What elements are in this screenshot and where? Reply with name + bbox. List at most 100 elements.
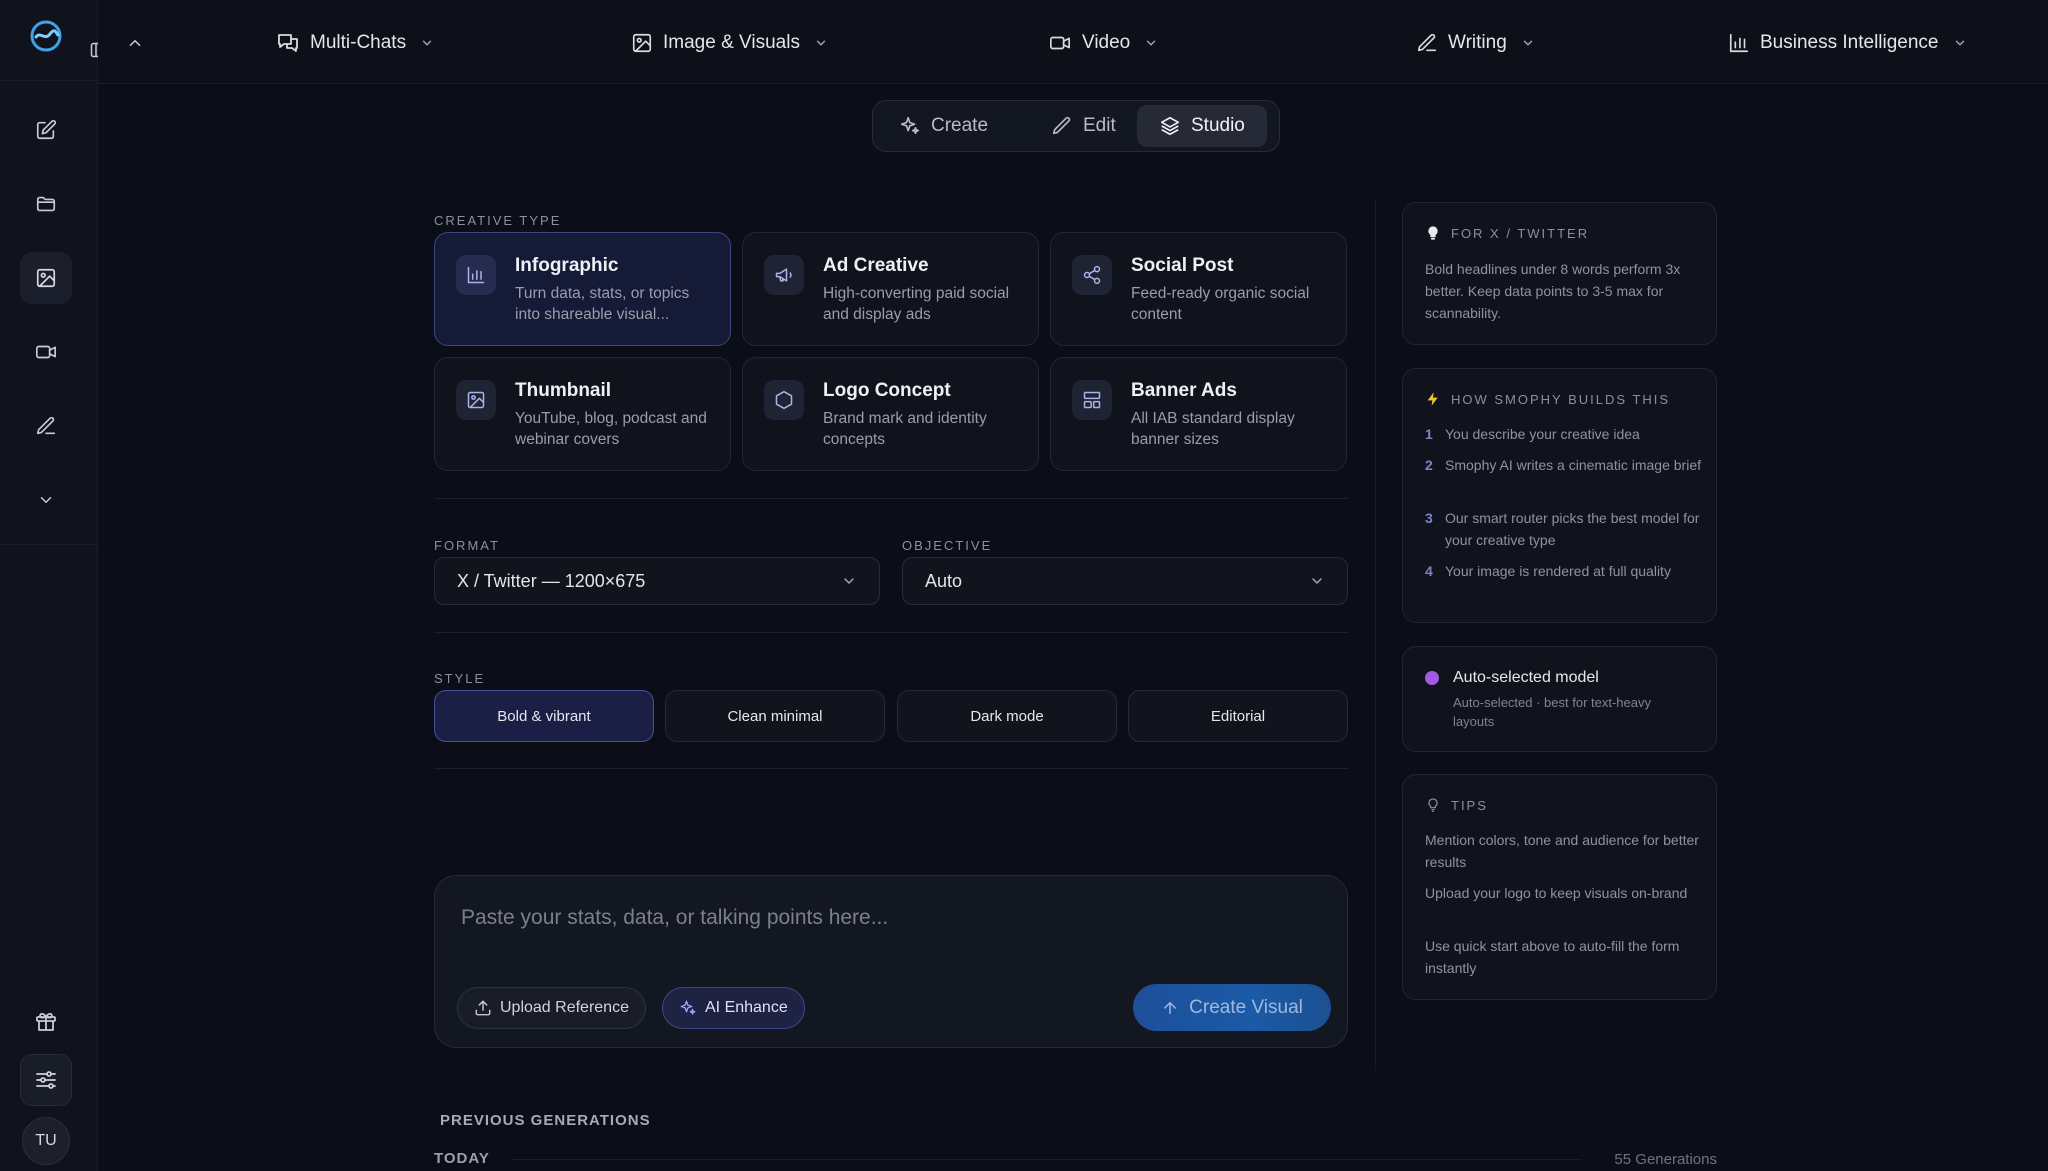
- rail-expand-button[interactable]: [20, 474, 72, 526]
- top-navigation: Multi-Chats Image & Visuals Video Writin…: [98, 0, 2048, 84]
- panel-title: TIPS: [1451, 797, 1488, 813]
- model-subtitle: Auto-selected · best for text-heavy layo…: [1453, 695, 1651, 729]
- writing-button[interactable]: [20, 400, 72, 452]
- prompt-composer: Upload Reference AI Enhance Create Visua…: [434, 875, 1348, 1048]
- build-step: 1 You describe your creative idea: [1425, 426, 1640, 442]
- style-option-clean-minimal[interactable]: Clean minimal: [665, 690, 885, 742]
- upload-reference-button[interactable]: Upload Reference: [457, 987, 646, 1029]
- chevron-down-icon: [1312, 578, 1322, 585]
- auto-model-panel[interactable]: Auto-selected model Auto-selected · best…: [1402, 646, 1717, 752]
- column-divider: [1375, 200, 1376, 1070]
- creative-card-logo-concept[interactable]: Logo Concept Brand mark and identity con…: [742, 357, 1039, 471]
- gift-button[interactable]: [20, 995, 72, 1047]
- panel-header: TIPS: [1425, 797, 1488, 813]
- tip-item: Upload your logo to keep visuals on-bran…: [1425, 885, 1688, 901]
- nav-image-visuals-label: Image & Visuals: [663, 32, 800, 53]
- style-option-editorial[interactable]: Editorial: [1128, 690, 1348, 742]
- model-status-dot: [1425, 671, 1439, 685]
- tab-edit[interactable]: Edit: [1029, 105, 1138, 147]
- create-visual-button[interactable]: Create Visual: [1133, 984, 1331, 1031]
- nav-writing[interactable]: Writing: [1416, 26, 1535, 60]
- chevron-down-icon: [40, 497, 52, 504]
- prompt-input[interactable]: [461, 906, 1321, 930]
- chevron-down-icon: [422, 40, 432, 46]
- panel-text: Bold headlines under 8 words perform 3x …: [1425, 261, 1681, 321]
- image-icon: [632, 33, 652, 53]
- generation-group-label: TODAY: [434, 1150, 490, 1167]
- ai-enhance-button[interactable]: AI Enhance: [662, 987, 805, 1029]
- card-title: Logo Concept: [823, 380, 951, 401]
- section-divider: [434, 632, 1348, 633]
- creative-card-thumbnail[interactable]: Thumbnail YouTube, blog, podcast and web…: [434, 357, 731, 471]
- new-chat-button[interactable]: [20, 104, 72, 156]
- generation-count: 55 Generations: [1614, 1151, 1717, 1168]
- video-button[interactable]: [20, 326, 72, 378]
- chat-bubbles-icon: [278, 34, 298, 52]
- pencil-icon: [1052, 116, 1071, 135]
- style-option-dark-mode[interactable]: Dark mode: [897, 690, 1117, 742]
- nav-business-intelligence-label: Business Intelligence: [1760, 32, 1939, 53]
- chevron-down-icon: [816, 40, 826, 46]
- card-description: Feed-ready organic social content: [1131, 285, 1310, 323]
- megaphone-icon: [764, 255, 804, 295]
- share-icon: [1072, 255, 1112, 295]
- gift-icon: [36, 1012, 56, 1031]
- video-icon: [1050, 36, 1070, 50]
- tab-create[interactable]: Create: [877, 105, 1010, 147]
- objective-select[interactable]: Auto: [902, 557, 1348, 605]
- folders-button[interactable]: [20, 178, 72, 230]
- pen-icon: [36, 416, 56, 435]
- rail-divider: [0, 544, 98, 545]
- tip-item: Use quick start above to auto-fill the f…: [1425, 938, 1680, 976]
- chevron-down-icon: [1955, 40, 1964, 46]
- bar-chart-icon: [1729, 33, 1749, 53]
- left-rail: TU: [0, 0, 106, 1171]
- user-avatar[interactable]: TU: [22, 1117, 70, 1165]
- settings-button[interactable]: [20, 1054, 72, 1106]
- creative-card-social-post[interactable]: Social Post Feed-ready organic social co…: [1050, 232, 1347, 346]
- nav-multi-chats[interactable]: Multi-Chats: [276, 26, 434, 60]
- panel-title: FOR X / TWITTER: [1451, 225, 1590, 241]
- video-icon: [36, 345, 56, 359]
- nav-business-intelligence[interactable]: Business Intelligence: [1728, 26, 1967, 60]
- lightbulb-outline-icon: [1428, 798, 1438, 812]
- card-title: Thumbnail: [515, 380, 612, 401]
- chevron-down-icon: [1147, 40, 1156, 46]
- image-icon: [36, 268, 56, 288]
- lightbulb-icon: [1428, 226, 1438, 240]
- card-description: Brand mark and identity concepts: [823, 410, 987, 448]
- creative-card-banner-ads[interactable]: Banner Ads All IAB standard display bann…: [1050, 357, 1347, 471]
- arrow-up-icon: [1164, 1001, 1177, 1014]
- chevron-down-icon: [844, 578, 854, 585]
- mode-switcher: Create Edit Studio: [872, 100, 1280, 152]
- tab-studio-label: Studio: [1191, 115, 1245, 136]
- format-select[interactable]: X / Twitter — 1200×675: [434, 557, 880, 605]
- objective-value: Auto: [925, 570, 963, 591]
- panel-header: FOR X / TWITTER: [1425, 225, 1589, 241]
- creative-card-infographic[interactable]: Infographic Turn data, stats, or topics …: [434, 232, 731, 346]
- app-logo[interactable]: [29, 19, 63, 53]
- tab-studio[interactable]: Studio: [1137, 105, 1267, 147]
- upload-icon: [475, 1000, 491, 1016]
- sliders-icon: [36, 1071, 56, 1089]
- nav-image-visuals[interactable]: Image & Visuals: [631, 26, 828, 60]
- nav-video[interactable]: Video: [1048, 26, 1158, 60]
- tab-create-label: Create: [931, 115, 989, 136]
- build-step: 2 Smophy AI writes a cinematic image brie…: [1425, 457, 1701, 473]
- format-label: FORMAT: [434, 538, 500, 553]
- creative-card-ad-creative[interactable]: Ad Creative High-converting paid social …: [742, 232, 1039, 346]
- nav-multi-chats-label: Multi-Chats: [310, 32, 407, 53]
- images-button[interactable]: [20, 252, 72, 304]
- rail-divider: [0, 80, 98, 81]
- ai-enhance-label: AI Enhance: [705, 999, 788, 1016]
- tip-item: Mention colors, tone and audience for be…: [1425, 832, 1699, 870]
- objective-label: OBJECTIVE: [902, 538, 993, 553]
- image-icon: [456, 380, 496, 420]
- style-option-bold-vibrant[interactable]: Bold & vibrant: [434, 690, 654, 742]
- style-label: STYLE: [434, 671, 486, 686]
- card-title: Banner Ads: [1131, 380, 1237, 401]
- bar-chart-icon: [456, 255, 496, 295]
- collapse-chevron-up-icon[interactable]: [126, 34, 144, 52]
- nav-video-label: Video: [1082, 32, 1131, 53]
- previous-generations-title: PREVIOUS GENERATIONS: [440, 1112, 651, 1129]
